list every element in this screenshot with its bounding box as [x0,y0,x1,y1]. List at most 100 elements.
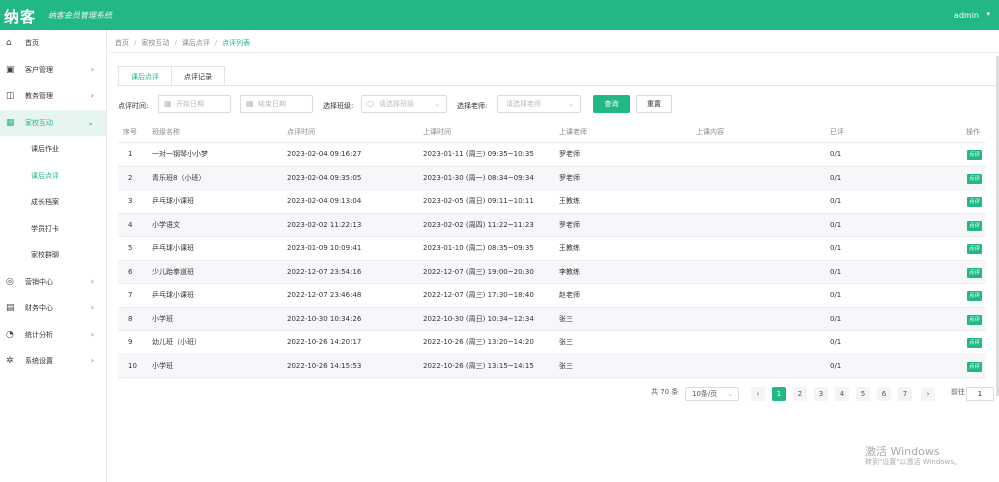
table-cell-done: 0/1 [830,291,842,299]
chevron-right-icon: › [90,329,94,339]
table-row: 1 一对一钢琴小小梦 2023-02-04 09:16:27 2023-01-11 (… [118,143,986,167]
table-cell-ct: 2023-01-11 (周三) 09:35~10:35 [423,150,534,158]
review-button[interactable]: 点评 [967,338,983,348]
start-date-input[interactable]: ▦ 开始日期 [158,95,231,113]
table-cell-cls: 幼儿班（小班） [152,338,201,346]
sidebar-item-6[interactable]: ◔ 统计分析 › [0,322,106,349]
page-size-select[interactable]: 10条/页 ⌄ [685,387,739,401]
table-cell-idx: 6 [128,267,133,276]
calendar-icon: ▦ [164,99,172,108]
column-header: 上课时间 [423,128,451,136]
breadcrumb-separator: / [134,39,137,47]
review-button[interactable]: 点评 [967,291,983,301]
sidebar-item-5[interactable]: ▤ 财务中心 › [0,295,106,322]
reset-button[interactable]: 重置 [636,95,672,113]
top-bar: 纳客 纳客会员管理系统 admin ▾ [0,0,999,30]
sidebar-subitem-4[interactable]: 家校群聊 [0,242,106,269]
review-button[interactable]: 点评 [967,314,983,325]
table-cell-tea: 罗老师 [559,220,580,229]
page-button[interactable]: 3 [814,387,828,401]
review-button[interactable]: 点评 [967,150,983,160]
page-button[interactable]: 5 [856,387,870,401]
search-button[interactable]: 查询 [593,95,630,113]
sidebar-item-4[interactable]: ◎ 营销中心 › [0,269,106,296]
chevron-right-icon: › [90,64,94,74]
table-cell-rt: 2023-02-04 09:13:04 [287,197,362,205]
sidebar-item-label: 财务中心 [25,304,53,312]
tab-review[interactable]: 课后点评 [118,66,172,86]
table-cell-done: 0/1 [830,150,842,158]
sidebar-subitem-3[interactable]: 学员打卡 [0,216,106,243]
calendar-icon: ▦ [246,99,254,108]
page-button[interactable]: 6 [877,387,891,401]
table-cell-cls: 乒乓球小课班 [152,197,194,205]
breadcrumb-item[interactable]: 课后点评 [182,39,210,47]
page-button[interactable]: 4 [835,387,849,401]
teacher-select[interactable]: 请选择老师 ⌄ [497,95,581,113]
app-logo[interactable]: 纳客 [4,6,36,27]
breadcrumb-item[interactable]: 家校互动 [141,39,169,47]
chevron-down-icon: ⌄ [434,100,440,108]
teacher-filter-label: 选择老师: [457,102,488,110]
review-button[interactable]: 点评 [967,220,983,231]
table-row: 6 少儿跆拳道班 2022-12-07 23:54:16 2022-12-07 (周三… [118,260,986,284]
next-page-button[interactable]: › [921,387,935,401]
goto-page-input[interactable]: 1 [966,387,994,401]
sidebar-subitem-2[interactable]: 成长档案 [0,189,106,216]
breadcrumb-item: 点评列表 [222,39,251,47]
table-cell-done: 0/1 [830,220,842,229]
table-cell-rt: 2023-02-02 11:22:13 [287,220,362,229]
sidebar-subitem-1[interactable]: 课后点评 [0,163,106,190]
table-cell-idx: 5 [128,244,133,252]
table-cell-done: 0/1 [830,361,842,370]
sidebar-item-2[interactable]: ◫ 教务管理 › [0,83,106,110]
table-cell-rt: 2023-01-09 10:09:41 [287,244,362,252]
column-header: 班级名称 [152,128,180,136]
tab-records[interactable]: 点评记录 [171,66,225,86]
windows-activation-hint: 转到"设置"以激活 Windows。 [865,458,961,466]
page-button[interactable]: 7 [898,387,912,401]
page-button[interactable]: 2 [793,387,807,401]
table-cell-ct: 2022-12-07 (周三) 19:00~20:30 [423,267,534,276]
sidebar-item-7[interactable]: ✲ 系统设置 › [0,348,106,375]
review-button[interactable]: 点评 [967,361,983,372]
breadcrumb: 首页 / 家校互动 / 课后点评 / 点评列表 [115,38,255,48]
review-button[interactable]: 点评 [967,197,983,207]
end-date-input[interactable]: ▦ 结束日期 [240,95,313,113]
chevron-down-icon[interactable]: ▾ [986,10,990,18]
table-cell-done: 0/1 [830,197,842,205]
table-cell-cls: 乒乓球小课班 [152,291,194,299]
table-cell-tea: 王教练 [559,244,580,252]
user-menu[interactable]: admin [954,11,979,20]
review-button[interactable]: 点评 [967,173,983,184]
sidebar-subitem-0[interactable]: 课后作业 [0,136,106,163]
divider [118,85,999,86]
time-filter-label: 点评时间: [118,102,149,110]
sidebar-item-label: 营销中心 [25,277,53,286]
sidebar-item-3[interactable]: ▦ 家校互动 ⌄ [0,109,106,136]
table-cell-ct: 2022-10-26 (周三) 13:20~14:20 [423,338,534,346]
sidebar-item-1[interactable]: ▣ 客户管理 › [0,57,106,84]
chevron-down-icon: ⌄ [727,390,733,398]
table-cell-cls: 青乐班8（小班） [152,173,206,182]
review-button[interactable]: 点评 [967,244,983,254]
home-icon: ⌂ [6,38,12,48]
table-cell-idx: 3 [128,197,133,205]
page-size-value: 10条/页 [692,390,718,398]
prev-page-button[interactable]: ‹ [751,387,765,401]
sidebar-item-0[interactable]: ⌂ 首页 [0,30,106,57]
sidebar: ⌂ 首页 ▣ 客户管理 › ◫ 教务管理 › ▦ 家校互动 ⌄ 课后作业 课后点评 成长档案 学员打卡 家校群… [0,30,107,482]
breadcrumb-item[interactable]: 首页 [115,39,129,47]
chevron-right-icon: › [90,276,94,286]
finance-icon: ▤ [6,303,15,313]
review-button[interactable]: 点评 [967,267,983,278]
table-cell-cls: 小学班 [152,314,173,323]
column-header: 上课老师 [559,128,587,136]
table-cell-ct: 2023-02-05 (周日) 09:11~10:11 [423,197,534,205]
table-cell-idx: 2 [128,173,133,182]
sidebar-item-label: 教务管理 [25,92,53,100]
page-button[interactable]: 1 [772,387,786,401]
table-cell-tea: 罗老师 [559,150,580,158]
gear-icon: ✲ [6,356,14,366]
class-select[interactable]: ○ 请选择班级 ⌄ [361,95,447,113]
